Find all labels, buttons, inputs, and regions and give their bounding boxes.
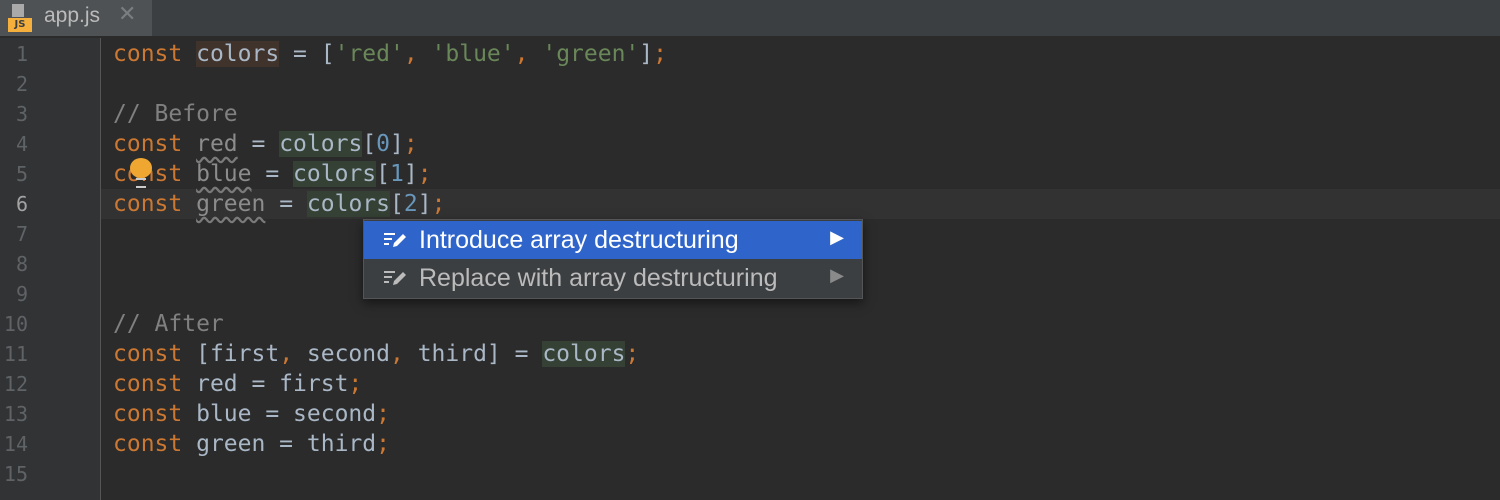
line-number: 13 bbox=[3, 402, 28, 426]
edit-intention-icon bbox=[384, 271, 406, 285]
line-number: 8 bbox=[15, 252, 28, 276]
tab-label: app.js bbox=[44, 4, 101, 27]
submenu-arrow-icon: ▶ bbox=[830, 227, 844, 247]
code-line-10[interactable]: // After bbox=[113, 309, 224, 339]
code-line-11[interactable]: const [first, second, third] = colors; bbox=[113, 339, 639, 369]
line-number: 2 bbox=[15, 72, 28, 96]
line-number-gutter[interactable]: 1 2 3 4 5 6 7 8 9 10 11 12 13 14 15 bbox=[0, 38, 101, 500]
code-line-1[interactable]: const colors = ['red', 'blue', 'green']; bbox=[113, 39, 667, 69]
code-line-3[interactable]: // Before bbox=[113, 99, 238, 129]
popup-item-replace-with-array-destructuring[interactable]: Replace with array destructuring ▶ bbox=[364, 259, 862, 297]
code-line-14[interactable]: const green = third; bbox=[113, 429, 390, 459]
intention-actions-popup: Introduce array destructuring ▶ Replace … bbox=[363, 219, 863, 299]
code-line-5[interactable]: const blue = colors[1]; bbox=[113, 159, 432, 189]
javascript-file-icon: JS bbox=[8, 4, 32, 32]
line-number: 9 bbox=[15, 282, 28, 306]
line-number: 7 bbox=[15, 222, 28, 246]
edit-intention-icon bbox=[384, 233, 406, 247]
close-icon[interactable]: ✕ bbox=[118, 2, 136, 27]
popup-item-introduce-array-destructuring[interactable]: Introduce array destructuring ▶ bbox=[364, 221, 862, 259]
line-number: 11 bbox=[3, 342, 28, 366]
editor-tab-bar: JS app.js ✕ bbox=[0, 0, 1500, 38]
line-number: 15 bbox=[3, 462, 28, 486]
code-line-6[interactable]: const green = colors[2]; bbox=[113, 189, 445, 219]
line-number: 12 bbox=[3, 372, 28, 396]
line-number: 14 bbox=[3, 432, 28, 456]
line-number: 3 bbox=[15, 102, 28, 126]
popup-item-label: Replace with array destructuring bbox=[419, 264, 778, 292]
line-number: 10 bbox=[3, 312, 28, 336]
code-line-12[interactable]: const red = first; bbox=[113, 369, 362, 399]
popup-item-label: Introduce array destructuring bbox=[419, 226, 739, 254]
line-number-current: 6 bbox=[15, 192, 28, 216]
code-line-13[interactable]: const blue = second; bbox=[113, 399, 390, 429]
line-number: 1 bbox=[15, 42, 28, 66]
code-line-4[interactable]: const red = colors[0]; bbox=[113, 129, 418, 159]
tab-app-js[interactable]: JS app.js ✕ bbox=[0, 0, 152, 36]
submenu-arrow-icon: ▶ bbox=[830, 265, 844, 285]
line-number: 4 bbox=[15, 132, 28, 156]
line-number: 5 bbox=[15, 162, 28, 186]
lightbulb-icon[interactable] bbox=[130, 158, 152, 188]
